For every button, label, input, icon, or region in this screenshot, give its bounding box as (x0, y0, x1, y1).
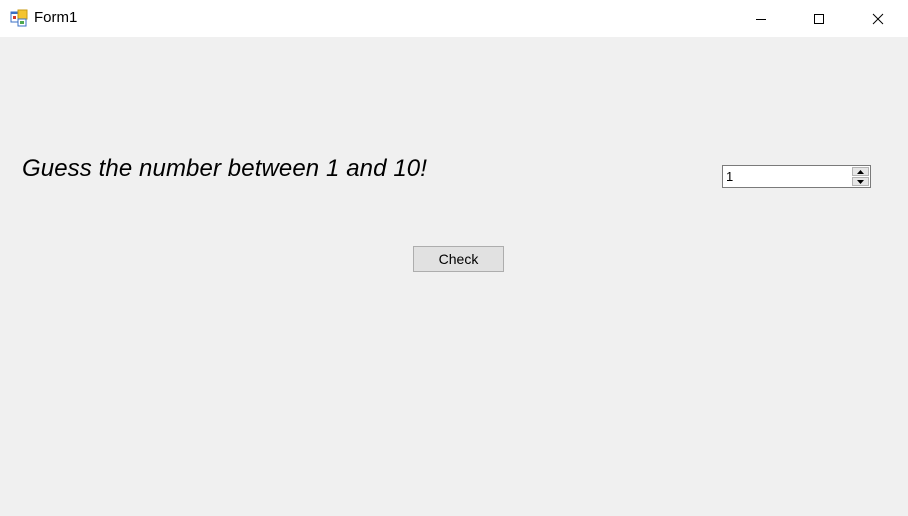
prompt-label: Guess the number between 1 and 10! (22, 155, 428, 182)
app-icon (10, 9, 28, 27)
form-client-area: Guess the number between 1 and 10! Check (0, 37, 908, 516)
close-button[interactable] (855, 0, 901, 37)
window-title: Form1 (34, 9, 78, 26)
guess-numeric-updown[interactable] (722, 165, 871, 188)
spin-up-button[interactable] (852, 167, 869, 176)
maximize-button[interactable] (796, 0, 842, 37)
spin-buttons (852, 167, 869, 186)
guess-input[interactable] (725, 167, 850, 186)
form1-window: Form1 Guess the number between 1 and 10! (0, 0, 908, 516)
minimize-button[interactable] (738, 0, 784, 37)
minimize-icon (756, 18, 766, 20)
arrow-up-icon (857, 169, 864, 174)
spin-down-button[interactable] (852, 177, 869, 186)
maximize-icon (814, 13, 824, 24)
check-button[interactable]: Check (413, 246, 504, 272)
title-bar[interactable]: Form1 (0, 0, 908, 37)
arrow-down-icon (857, 179, 864, 184)
close-icon (872, 13, 884, 24)
